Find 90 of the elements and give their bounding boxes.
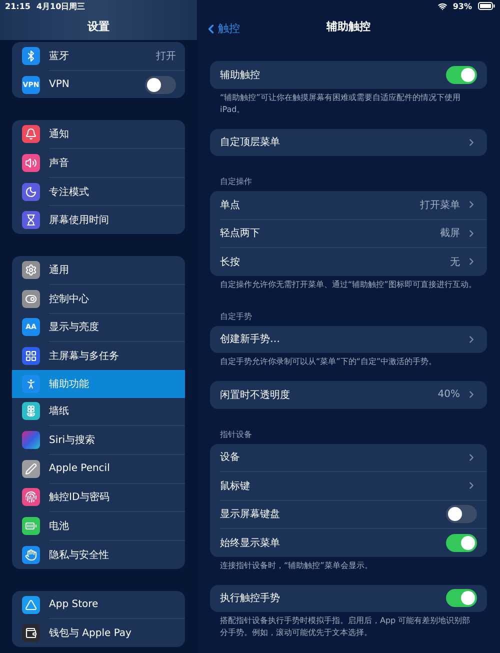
item-label: 通知 xyxy=(49,128,70,142)
item-label: VPN xyxy=(49,79,70,90)
section-footer: 连接指针设备时，“辅助触控”菜单会显示。 xyxy=(220,560,477,572)
row-value: 无 xyxy=(450,256,460,269)
item-label: 显示与亮度 xyxy=(49,320,100,334)
sidebar-item[interactable]: 屏幕使用时间 xyxy=(12,206,185,234)
sidebar-item[interactable]: Siri与搜索 xyxy=(12,426,185,454)
wallet-icon xyxy=(22,624,40,642)
pencil-icon xyxy=(22,460,40,478)
section-footer: 自定操作允许你无需打开菜单、通过“辅助触控”图标即可直接进行互动。 xyxy=(220,278,477,290)
sidebar-title: 设置 xyxy=(88,19,110,34)
item-label: 隐私与安全性 xyxy=(49,548,110,562)
item-label: 主屏幕与多任务 xyxy=(49,350,120,364)
sidebar-item[interactable]: 辅助功能 xyxy=(12,370,185,398)
sidebar-item[interactable]: 主屏幕与多任务 xyxy=(12,342,185,370)
section-footer: “辅助触控”可让你在触摸屏幕有困难或需要自适应配件的情况下使用 iPad。 xyxy=(220,92,477,116)
item-label: 声音 xyxy=(49,156,70,170)
gear-icon xyxy=(22,260,40,279)
item-label: App Store xyxy=(49,599,100,610)
sidebar-item[interactable]: 触控ID与密码 xyxy=(12,484,185,512)
sidebar-item[interactable]: 电池 xyxy=(12,512,185,540)
toggle-switch[interactable] xyxy=(446,505,477,524)
sidebar-item[interactable]: 控制中心 xyxy=(12,284,185,312)
hourglass-icon xyxy=(22,211,40,230)
sidebar-item[interactable]: 通用 xyxy=(12,256,185,284)
row-label: 创建新手势… xyxy=(220,332,281,346)
row-value: 40% xyxy=(438,389,460,400)
toggle-switch[interactable] xyxy=(446,534,477,552)
back-button[interactable]: 触控 xyxy=(204,21,240,36)
row-value: 截屏 xyxy=(440,226,460,240)
sidebar-item[interactable]: 墙纸 xyxy=(12,398,185,426)
bluetooth-icon xyxy=(22,46,40,65)
toggle-icon xyxy=(22,290,40,308)
row-label: 始终显示菜单 xyxy=(220,536,281,550)
sidebar-item[interactable]: Apple Pencil xyxy=(12,454,185,483)
item-label: 专注模式 xyxy=(49,186,90,199)
status-date: 4月10日周三 xyxy=(36,0,86,12)
toggle-switch[interactable] xyxy=(446,66,477,84)
section-header: 自定操作 xyxy=(220,176,253,187)
battery-percent: 93% xyxy=(452,2,472,10)
page-title: 辅助触控 xyxy=(326,19,370,34)
row-label: 执行触控手势 xyxy=(220,592,281,606)
section-header: 自定手势 xyxy=(220,310,253,322)
hand-icon xyxy=(22,546,40,564)
section-header: 指针设备 xyxy=(220,428,253,440)
fingerprint-icon xyxy=(22,488,40,506)
item-label: 通用 xyxy=(49,264,70,277)
row-label: 轻点两下 xyxy=(220,226,261,240)
speaker-icon xyxy=(22,154,40,172)
sidebar-item[interactable]: 隐私与安全性 xyxy=(12,541,185,569)
sidebar-item[interactable]: 蓝牙 打开 xyxy=(12,42,185,70)
item-label: Siri与搜索 xyxy=(49,434,96,448)
accessibility-icon xyxy=(22,374,40,393)
row-label: 辅助触控 xyxy=(220,68,261,82)
battery-icon xyxy=(22,517,40,536)
row-label: 单点 xyxy=(220,198,241,212)
flower-icon xyxy=(22,402,40,420)
wifi-icon xyxy=(438,2,447,10)
item-label: 屏幕使用时间 xyxy=(49,214,110,228)
item-label: Apple Pencil xyxy=(49,463,111,474)
item-label: 墙纸 xyxy=(49,404,70,418)
row-label: 闲置时不透明度 xyxy=(220,388,291,402)
row-label: 鼠标键 xyxy=(220,480,251,493)
row-label: 显示屏幕键盘 xyxy=(220,508,281,522)
moon-icon xyxy=(22,182,40,201)
bell-icon xyxy=(22,125,40,144)
section-footer: 自定手势允许你录制可以从“菜单”下的“自定”中激活的手势。 xyxy=(220,356,477,368)
item-label: 辅助功能 xyxy=(49,378,90,391)
orb-icon xyxy=(22,431,40,450)
item-label: 钱包与 Apple Pay xyxy=(49,626,132,640)
grid-icon xyxy=(22,347,40,366)
section-footer: 搭配指针设备执行手势时模拟手指。启用后，App 可能有差别地识别部分手势。例如，滚动可能优先于文本选择。 xyxy=(220,615,477,639)
item-label: 电池 xyxy=(49,520,70,534)
item-label: 蓝牙 xyxy=(49,50,70,63)
sidebar-item[interactable]: 专注模式 xyxy=(12,178,185,206)
row-label: 设备 xyxy=(220,451,241,464)
item-value: 打开 xyxy=(156,50,176,63)
row-label: 自定顶层菜单 xyxy=(220,136,281,150)
toggle-switch[interactable] xyxy=(446,589,477,608)
status-time: 21:15 xyxy=(5,2,30,10)
sidebar-item[interactable]: 钱包与 Apple Pay xyxy=(12,619,185,648)
toggle-switch[interactable] xyxy=(145,76,176,94)
sidebar-item[interactable]: 通知 xyxy=(12,120,185,148)
sidebar-item[interactable]: 声音 xyxy=(12,149,185,177)
sidebar-item[interactable]: App Store xyxy=(12,590,185,618)
battery-icon xyxy=(478,2,495,10)
row-value: 打开菜单 xyxy=(420,198,460,212)
row-label: 长按 xyxy=(220,256,241,269)
item-label: 触控ID与密码 xyxy=(49,490,111,504)
item-label: 控制中心 xyxy=(49,292,90,306)
